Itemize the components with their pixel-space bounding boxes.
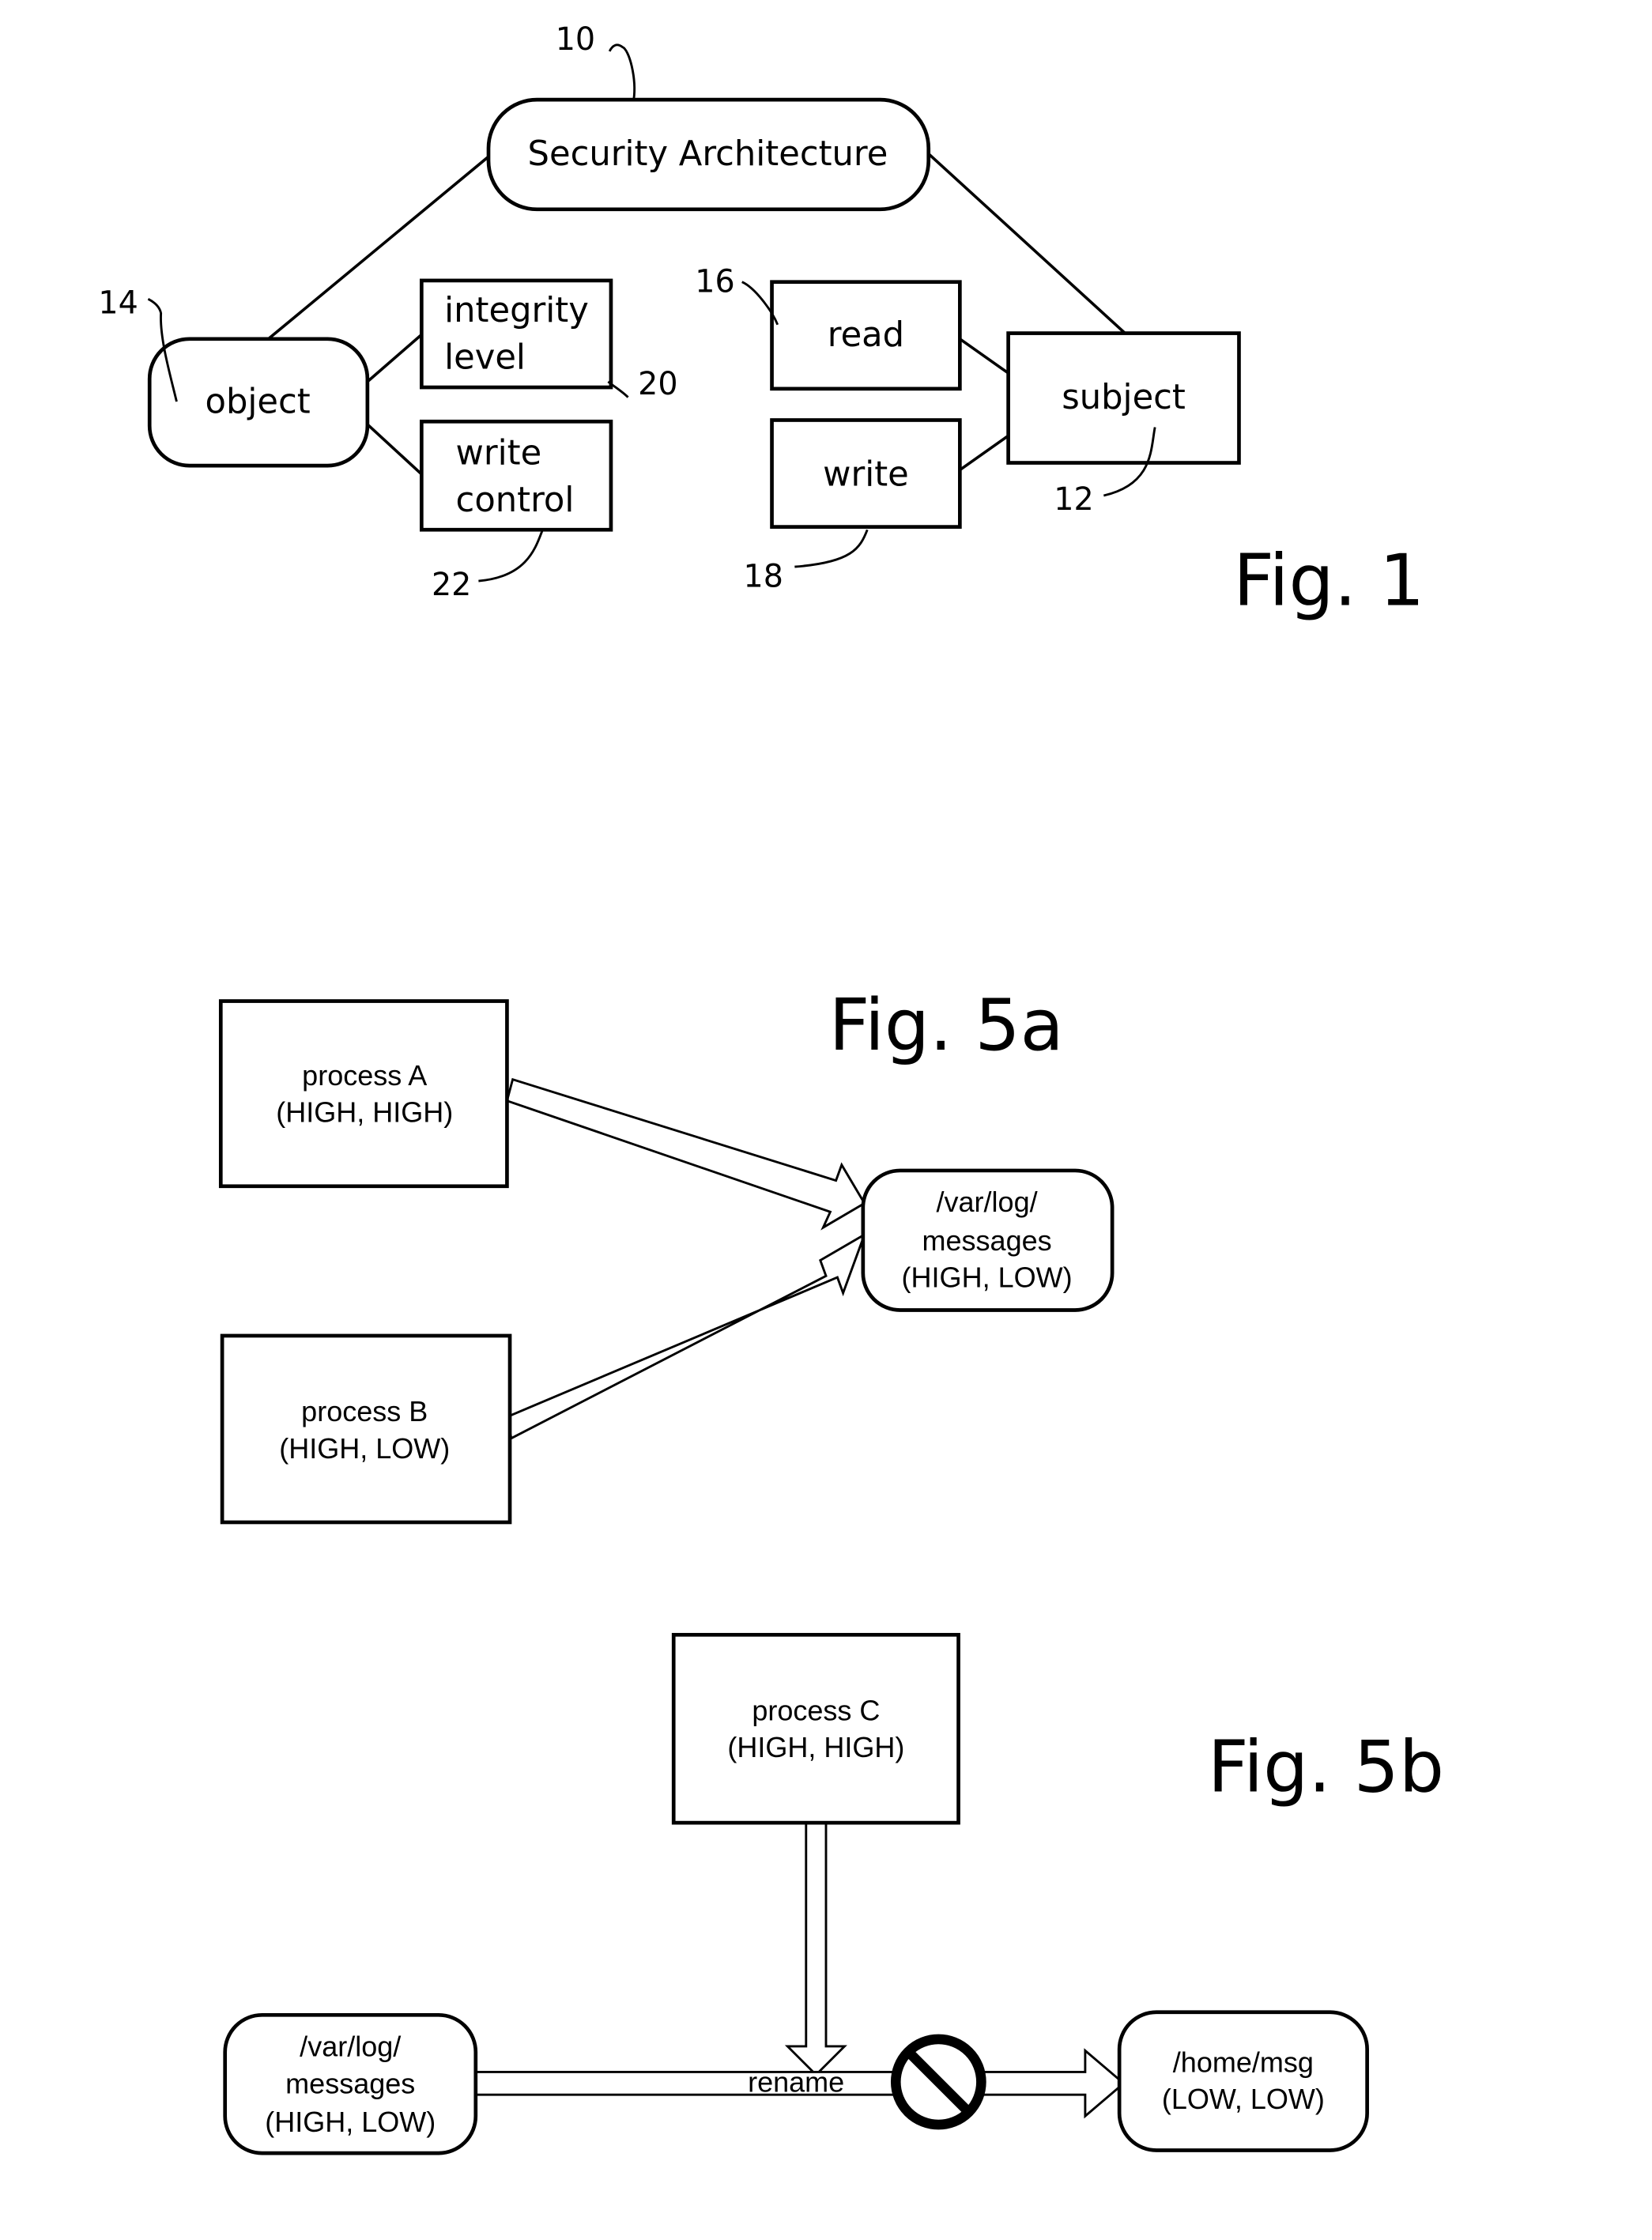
fig1: Security Architecture 10 object 14 integ… (98, 21, 1424, 623)
reference-numeral-22: 22 (432, 567, 471, 603)
connector-object-integrity (366, 334, 423, 383)
target-file-node: /home/msg (LOW, LOW) (1117, 2010, 1369, 2152)
process-b-node: process B (HIGH, LOW) (220, 1333, 512, 1525)
process-b-name: process B (301, 1395, 428, 1427)
write-arrow-b (505, 1231, 867, 1440)
connector-write-subject (959, 434, 1009, 472)
fig5a-title: Fig. 5a (829, 984, 1064, 1067)
object-label: object (206, 382, 311, 421)
write-control-label-line2: control (456, 481, 575, 520)
write-label: write (823, 454, 909, 494)
source-levels: (HIGH, LOW) (265, 2106, 436, 2138)
process-b-box (220, 1333, 512, 1525)
subject-label: subject (1062, 378, 1186, 417)
integrity-level-node: integrity level 20 (419, 278, 678, 402)
target-file-box (1117, 2010, 1369, 2152)
connector-object-writecontrol (366, 423, 423, 476)
subject-node: subject 12 (1006, 331, 1241, 518)
file-path-line2: messages (922, 1224, 1052, 1257)
file-levels: (HIGH, LOW) (902, 1261, 1073, 1294)
reference-numeral-18: 18 (744, 558, 783, 594)
process-a-levels: (HIGH, HIGH) (276, 1096, 453, 1129)
source-path-line2: messages (285, 2067, 415, 2099)
connector-read-subject (959, 338, 1009, 375)
fig5a: Fig. 5a process A (HIGH, HIGH) process B… (218, 984, 1115, 1525)
rename-label: rename (748, 2066, 844, 2099)
write-control-node: write control 22 (419, 419, 613, 603)
leader-line-10 (608, 43, 636, 100)
file-path-line1: /var/log/ (937, 1186, 1038, 1218)
integrity-level-label-line1: integrity (444, 291, 589, 330)
process-b-levels: (HIGH, LOW) (279, 1432, 450, 1465)
reference-numeral-20: 20 (638, 366, 677, 402)
fig1-title: Fig. 1 (1233, 540, 1424, 623)
reference-numeral-12: 12 (1054, 481, 1093, 518)
process-c-box (671, 1632, 960, 1825)
reference-numeral-14: 14 (98, 285, 138, 321)
leader-line-20 (607, 380, 629, 398)
security-architecture-label: Security Architecture (528, 134, 888, 174)
source-path-line1: /var/log/ (300, 2031, 401, 2063)
fig5b: Fig. 5b process C (HIGH, HIGH) /var/log/… (223, 1632, 1444, 2155)
source-file-node: /var/log/ messages (HIGH, LOW) (223, 2012, 478, 2155)
process-a-node: process A (HIGH, HIGH) (218, 999, 509, 1189)
no-entry-icon (890, 2034, 986, 2130)
leader-line-18 (794, 529, 869, 568)
reference-numeral-10: 10 (556, 21, 595, 58)
process-c-levels: (HIGH, HIGH) (727, 1731, 904, 1763)
rename-arrow-down (784, 1821, 847, 2077)
process-a-name: process A (302, 1059, 427, 1092)
reference-numeral-16: 16 (695, 263, 734, 300)
read-label: read (828, 315, 904, 355)
process-a-box (218, 999, 509, 1189)
target-levels: (LOW, LOW) (1162, 2083, 1325, 2115)
patent-figures: Security Architecture 10 object 14 integ… (98, 21, 1444, 2155)
write-node: write 18 (744, 418, 962, 594)
var-log-messages-node: /var/log/ messages (HIGH, LOW) (861, 1168, 1115, 1312)
target-path: /home/msg (1173, 2046, 1314, 2078)
leader-line-22 (478, 529, 544, 583)
fig5b-title: Fig. 5b (1208, 1725, 1444, 1808)
integrity-level-label-line2: level (444, 338, 526, 378)
write-arrow-a (505, 1077, 866, 1231)
read-node: read 16 (695, 263, 962, 391)
write-control-label-line1: write (456, 433, 542, 473)
process-c-node: process C (HIGH, HIGH) (671, 1632, 960, 1825)
security-architecture-node: Security Architecture 10 (486, 21, 931, 212)
object-node: object 14 (98, 285, 370, 468)
process-c-name: process C (752, 1694, 880, 1726)
